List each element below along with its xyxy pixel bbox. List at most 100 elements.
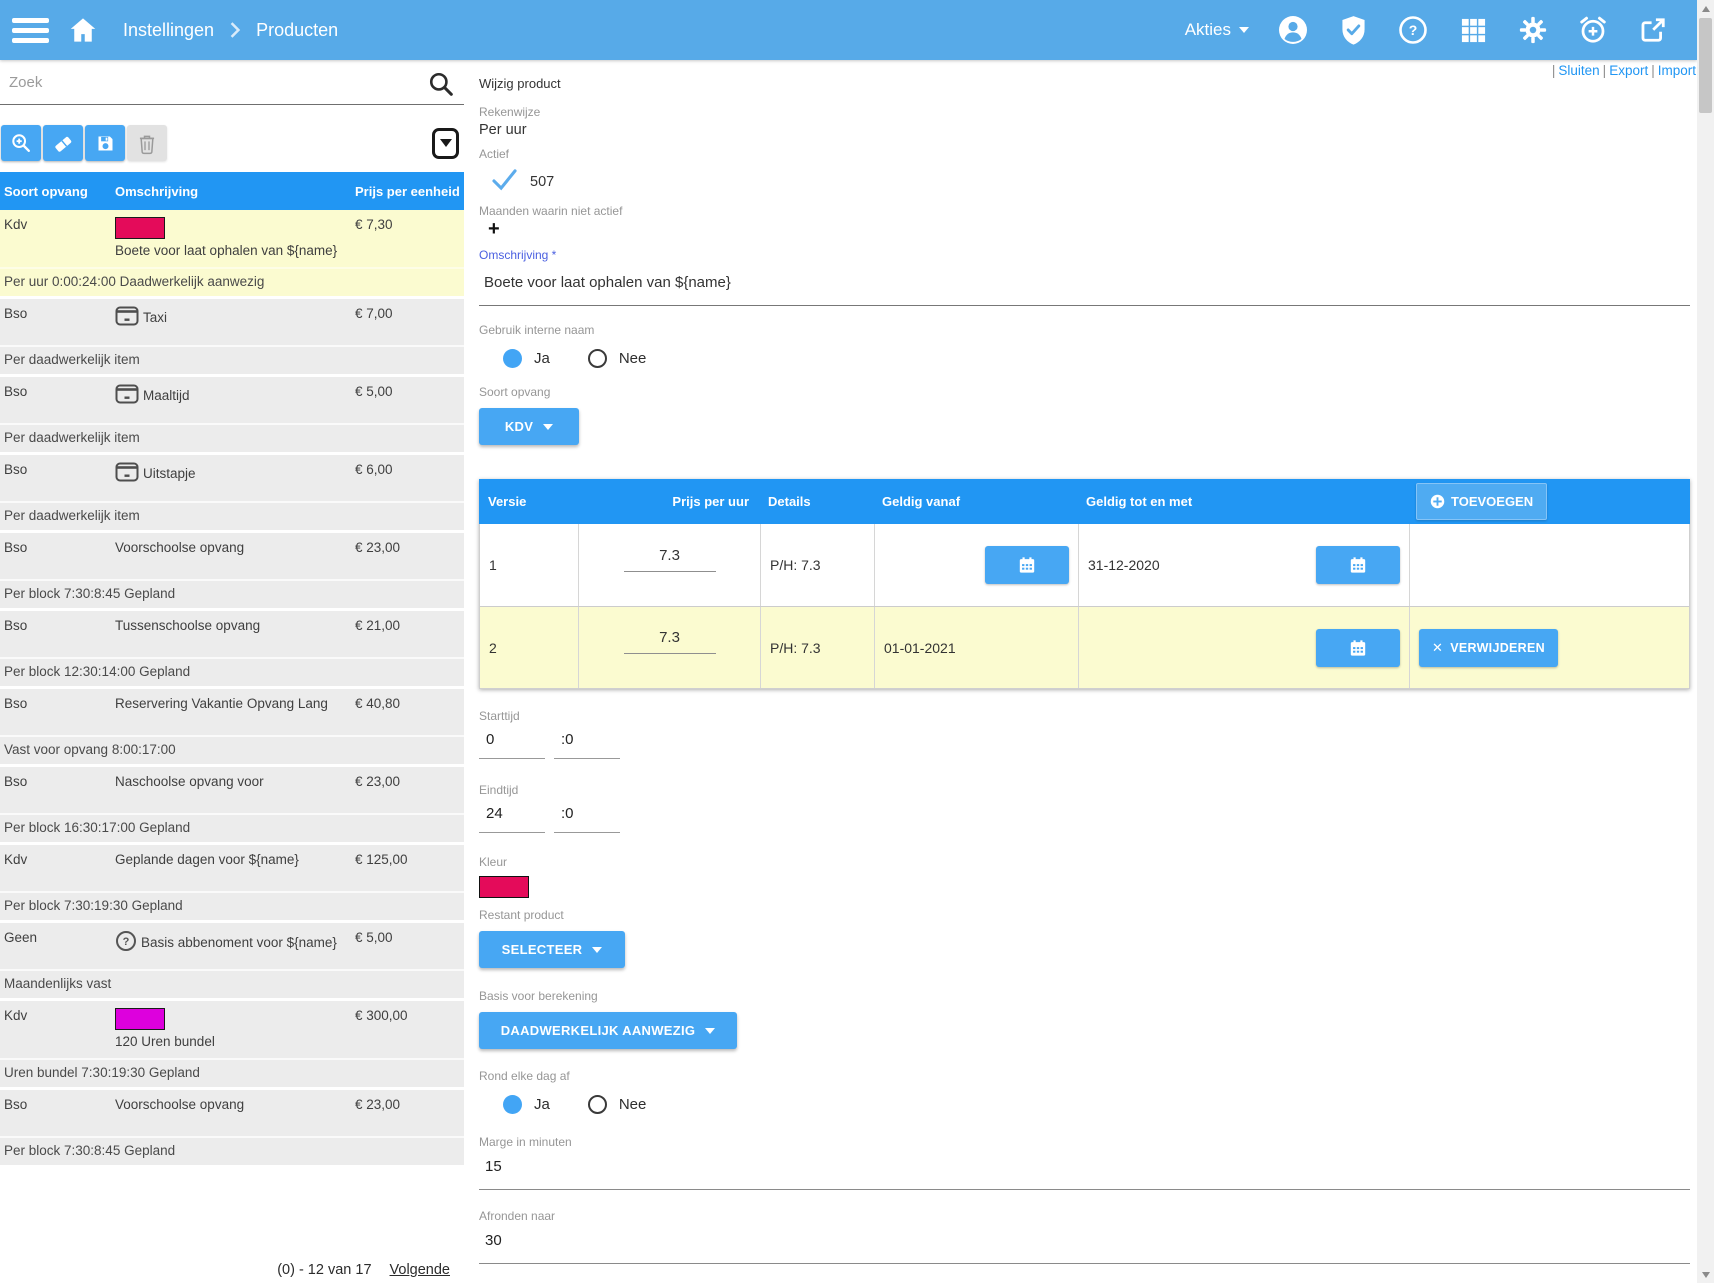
product-name-cell: Naschoolse opvang voor — [115, 774, 355, 789]
shield-check-icon[interactable] — [1337, 14, 1369, 46]
soort-opvang-dropdown[interactable]: KDV — [479, 408, 579, 445]
product-row[interactable]: Bso Tussenschoolse opvang € 21,00 Per bl… — [0, 611, 464, 686]
product-price: € 5,00 — [355, 384, 464, 399]
verwijderen-button[interactable]: ✕ VERWIJDEREN — [1419, 629, 1558, 667]
versions-table: Versie Prijs per uur Details Geldig vana… — [479, 479, 1690, 689]
scroll-up-arrow-icon[interactable] — [1697, 0, 1714, 17]
help-icon: ? — [115, 930, 137, 955]
settings-gear-icon[interactable] — [1517, 14, 1549, 46]
product-name: Boete voor laat ophalen van ${name} — [115, 243, 337, 258]
product-row[interactable]: Kdv 120 Uren bundel € 300,00 Uren bundel… — [0, 1001, 464, 1087]
version-row: 2 7.3 P/H: 7.3 01-01-2021 — [480, 606, 1689, 688]
dropdown-select-icon[interactable] — [432, 128, 459, 159]
restant-product-label: Restant product — [479, 908, 1690, 922]
trash-button[interactable] — [127, 125, 167, 161]
timer-add-icon[interactable] — [1577, 14, 1609, 46]
akties-dropdown[interactable]: Akties — [1185, 20, 1249, 40]
product-row[interactable]: Geen ? Basis abbenoment voor ${name} € 5… — [0, 923, 464, 998]
open-external-icon[interactable] — [1637, 14, 1669, 46]
gebruik-interne-naam-label: Gebruik interne naam — [479, 323, 1690, 337]
version-row: 1 7.3 P/H: 7.3 31-12-2020 — [480, 524, 1689, 606]
afronden-naar-input[interactable]: 30 — [479, 1232, 1690, 1264]
column-prijs-per-uur: Prijs per uur — [577, 494, 759, 509]
product-row[interactable]: Bso Uitstapje € 6,00 Per daadwerkelijk i… — [0, 455, 464, 530]
scroll-down-arrow-icon[interactable] — [1697, 1266, 1714, 1283]
product-row[interactable]: Bso Voorschoolse opvang € 23,00 Per bloc… — [0, 1090, 464, 1165]
user-icon[interactable] — [1277, 14, 1309, 46]
versions-table-body: 1 7.3 P/H: 7.3 31-12-2020 — [479, 524, 1690, 689]
pagination-next-link[interactable]: Volgende — [390, 1262, 450, 1278]
product-price: € 23,00 — [355, 774, 464, 789]
search-input[interactable] — [0, 60, 380, 91]
product-sub-label: Per daadwerkelijk item — [0, 501, 464, 530]
omschrijving-input[interactable]: Boete voor laat ophalen van ${name} — [479, 274, 1690, 306]
toevoegen-label: TOEVOEGEN — [1451, 494, 1533, 509]
marge-in-minuten-input[interactable]: 15 — [479, 1158, 1690, 1190]
product-row[interactable]: Kdv Boete voor laat ophalen van ${name} … — [0, 210, 464, 296]
product-sub-label: Per block 12:30:14:00 Gepland — [0, 657, 464, 686]
breadcrumb-producten[interactable]: Producten — [256, 20, 338, 41]
product-row[interactable]: Bso Reservering Vakantie Opvang Lang € 4… — [0, 689, 464, 764]
product-row[interactable]: Bso Taxi € 7,00 Per daadwerkelijk item — [0, 299, 464, 374]
radio-ja-selected[interactable] — [503, 1095, 522, 1114]
product-name-cell: Boete voor laat ophalen van ${name} — [115, 217, 355, 258]
starttijd-hour-input[interactable]: 0 — [479, 731, 545, 759]
eindtijd-hour-input[interactable]: 24 — [479, 805, 545, 833]
rekenwijze-label: Rekenwijze — [479, 105, 1690, 119]
column-geldig-tot-en-met: Geldig tot en met — [1077, 494, 1408, 509]
product-sub-label: Per block 7:30:19:30 Gepland — [0, 891, 464, 920]
calendar-button[interactable] — [1316, 546, 1400, 584]
product-sub-label: Per uur 0:00:24:00 Daadwerkelijk aanwezi… — [0, 267, 464, 296]
radio-nee[interactable] — [588, 1095, 607, 1114]
restant-product-dropdown[interactable]: SELECTEER — [479, 931, 625, 968]
product-price: € 21,00 — [355, 618, 464, 633]
add-month-button[interactable]: + — [479, 218, 509, 240]
eraser-button[interactable] — [43, 125, 83, 161]
price-per-hour-input[interactable]: 7.3 — [624, 629, 716, 654]
apps-grid-icon[interactable] — [1457, 14, 1489, 46]
starttijd-minute-input[interactable]: :0 — [554, 731, 620, 759]
product-soort: Bso — [4, 1097, 115, 1112]
toevoegen-button[interactable]: TOEVOEGEN — [1416, 483, 1547, 520]
eindtijd-label: Eindtijd — [479, 783, 1690, 797]
product-row[interactable]: Bso Naschoolse opvang voor € 23,00 Per b… — [0, 767, 464, 842]
breadcrumb-chevron-icon — [229, 22, 241, 38]
eindtijd-minute-input[interactable]: :0 — [554, 805, 620, 833]
calendar-button[interactable] — [1316, 629, 1400, 667]
product-name-cell: Geplande dagen voor ${name} — [115, 852, 355, 867]
checkmark-icon[interactable] — [491, 168, 518, 196]
import-link[interactable]: Import — [1658, 63, 1696, 78]
caret-down-icon — [592, 947, 602, 953]
product-price: € 40,80 — [355, 696, 464, 711]
search-plus-button[interactable] — [1, 125, 41, 161]
home-icon[interactable] — [69, 17, 97, 43]
radio-nee[interactable] — [588, 349, 607, 368]
calendar-button[interactable] — [985, 546, 1069, 584]
sluiten-link[interactable]: Sluiten — [1558, 63, 1599, 78]
product-row[interactable]: Kdv Geplande dagen voor ${name} € 125,00… — [0, 845, 464, 920]
version-details: P/H: 7.3 — [760, 524, 874, 606]
column-geldig-vanaf: Geldig vanaf — [873, 494, 1077, 509]
product-name-cell: Voorschoolse opvang — [115, 1097, 355, 1112]
product-row[interactable]: Bso Voorschoolse opvang € 23,00 Per bloc… — [0, 533, 464, 608]
product-row[interactable]: Bso Maaltijd € 5,00 Per daadwerkelijk it… — [0, 377, 464, 452]
save-button[interactable] — [85, 125, 125, 161]
product-soort: Bso — [4, 618, 115, 633]
vertical-scrollbar[interactable] — [1697, 0, 1714, 1283]
radio-ja-selected[interactable] — [503, 349, 522, 368]
help-icon[interactable]: ? — [1397, 14, 1429, 46]
breadcrumb-instellingen[interactable]: Instellingen — [123, 20, 214, 41]
search-icon[interactable] — [428, 71, 454, 102]
link-separator: | — [1603, 63, 1607, 78]
akties-label: Akties — [1185, 20, 1231, 40]
scrollbar-thumb[interactable] — [1699, 18, 1712, 113]
actief-label: Actief — [479, 147, 1690, 161]
hamburger-menu-icon[interactable] — [12, 18, 49, 43]
price-per-hour-input[interactable]: 7.3 — [624, 547, 716, 572]
product-price: € 5,00 — [355, 930, 464, 945]
basis-voor-berekening-dropdown[interactable]: DAADWERKELIJK AANWEZIG — [479, 1012, 737, 1049]
product-name: Reservering Vakantie Opvang Lang — [115, 696, 328, 711]
product-sub-label: Per block 7:30:8:45 Gepland — [0, 1136, 464, 1165]
kleur-swatch[interactable] — [479, 876, 529, 898]
export-link[interactable]: Export — [1609, 63, 1648, 78]
